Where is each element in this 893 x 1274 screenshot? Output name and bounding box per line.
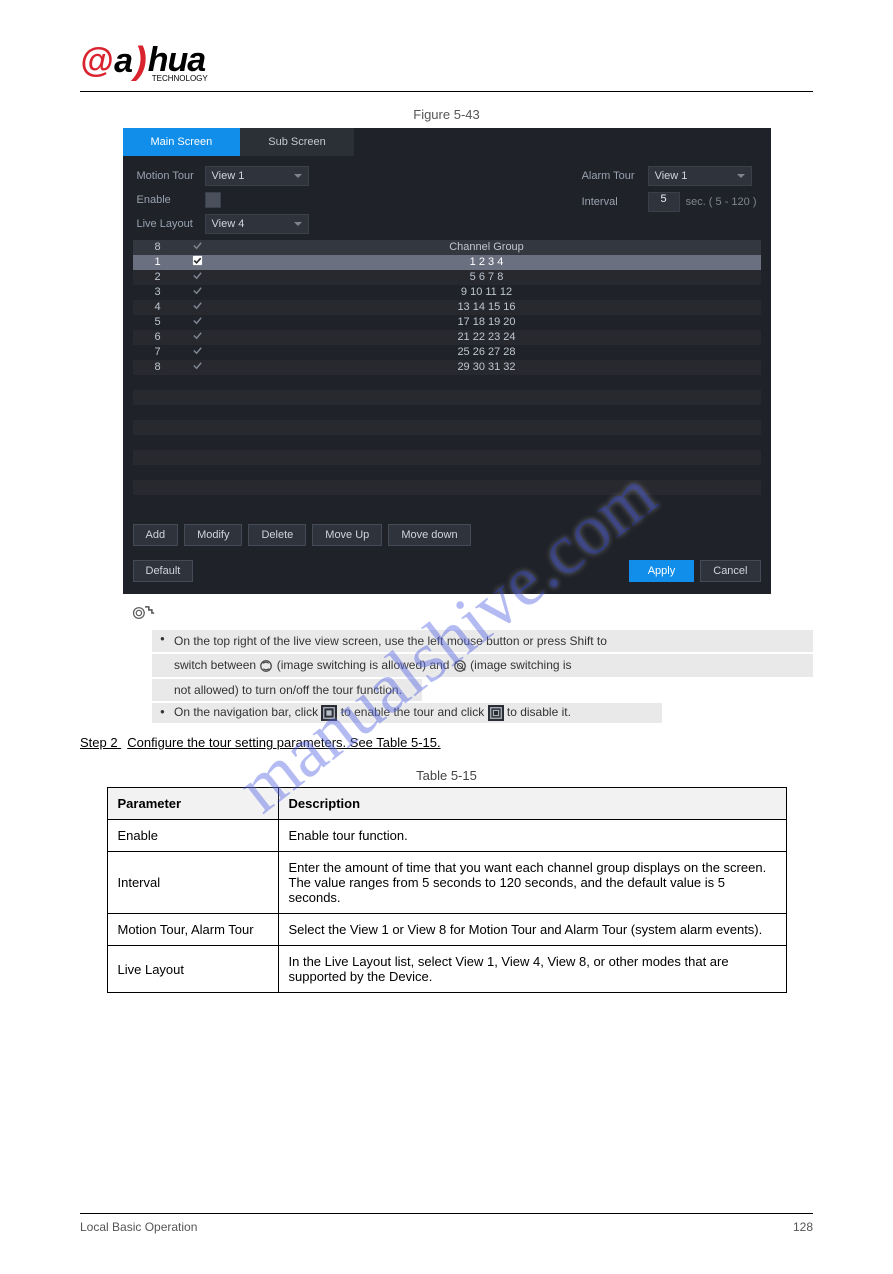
page-header: @ a ) hua TECHNOLOGY [80,40,813,92]
row-checkbox[interactable] [183,360,213,376]
row-checkbox[interactable] [183,300,213,316]
table-row[interactable]: 25 6 7 8 [133,270,761,285]
motion-tour-select[interactable]: View 1 [205,166,309,186]
footer-page-number: 128 [793,1220,813,1234]
add-button[interactable]: Add [133,524,179,546]
note-list: On the top right of the live view screen… [152,630,813,723]
footer-section-name: Local Basic Operation [80,1220,197,1234]
tab-sub-screen[interactable]: Sub Screen [240,128,353,156]
row-checkbox[interactable] [183,345,213,361]
row-checkbox[interactable] [183,330,213,346]
table-row[interactable]: 725 26 27 28 [133,345,761,360]
motion-tour-label: Motion Tour [137,170,199,182]
param-row: IntervalEnter the amount of time that yo… [107,852,786,914]
apply-button[interactable]: Apply [629,560,695,582]
row-checkbox[interactable] [183,315,213,331]
note-item: switch between (image switching is allow… [152,654,813,677]
step-line: Step 2 Configure the tour setting parame… [80,735,813,750]
table-row[interactable]: 621 22 23 24 [133,330,761,345]
enable-checkbox[interactable] [205,192,221,208]
table-row[interactable]: 413 14 15 16 [133,300,761,315]
alarm-tour-select[interactable]: View 1 [648,166,752,186]
param-header: Parameter [107,788,278,820]
desc-header: Description [278,788,786,820]
live-layout-label: Live Layout [137,218,199,230]
table-header-check[interactable] [183,240,213,256]
table-header-count: 8 [133,240,183,256]
table-row[interactable]: 39 10 11 12 [133,285,761,300]
table-row[interactable]: 829 30 31 32 [133,360,761,375]
row-checkbox[interactable] [183,270,213,286]
note-item: On the top right of the live view screen… [152,630,813,652]
param-row: Live LayoutIn the Live Layout list, sele… [107,946,786,993]
modify-button[interactable]: Modify [184,524,242,546]
interval-label: Interval [582,196,642,208]
cancel-button[interactable]: Cancel [700,560,760,582]
movedown-button[interactable]: Move down [388,524,470,546]
alarm-tour-label: Alarm Tour [582,170,642,182]
figure-caption: Figure 5-43 [80,107,813,122]
tab-main-screen[interactable]: Main Screen [123,128,241,156]
action-button-row: Add Modify Delete Move Up Move down [123,518,771,552]
note-icon [132,604,158,621]
channel-group-table: 8 Channel Group 11 2 3 425 6 7 839 10 11… [123,240,771,518]
moveup-button[interactable]: Move Up [312,524,382,546]
parameter-table: Parameter Description EnableEnable tour … [107,787,787,993]
switch-allowed-icon [259,659,273,673]
page-footer: Local Basic Operation 128 [80,1213,813,1234]
table-row[interactable]: 11 2 3 4 [133,255,761,270]
tab-row: Main Screen Sub Screen [123,128,771,156]
default-button[interactable]: Default [133,560,194,582]
brand-logo: @ a ) hua TECHNOLOGY [80,40,813,83]
param-row: Motion Tour, Alarm TourSelect the View 1… [107,914,786,946]
note-item: On the navigation bar, click to enable t… [152,703,662,723]
table-header-group: Channel Group [213,240,761,256]
interval-input[interactable]: 5 [648,192,680,212]
tour-enable-icon [321,705,337,721]
enable-label: Enable [137,194,199,206]
row-checkbox[interactable] [183,255,213,271]
delete-button[interactable]: Delete [248,524,306,546]
interval-hint: sec. ( 5 - 120 ) [686,196,757,208]
table-caption: Table 5-15 [80,768,813,783]
note-item: not allowed) to turn on/off the tour fun… [152,679,422,701]
row-checkbox[interactable] [183,285,213,301]
live-layout-select[interactable]: View 4 [205,214,309,234]
tour-disable-icon [488,705,504,721]
switch-notallowed-icon [453,659,467,673]
table-row[interactable]: 517 18 19 20 [133,315,761,330]
app-screenshot: Main Screen Sub Screen Motion Tour View … [123,128,771,594]
param-row: EnableEnable tour function. [107,820,786,852]
